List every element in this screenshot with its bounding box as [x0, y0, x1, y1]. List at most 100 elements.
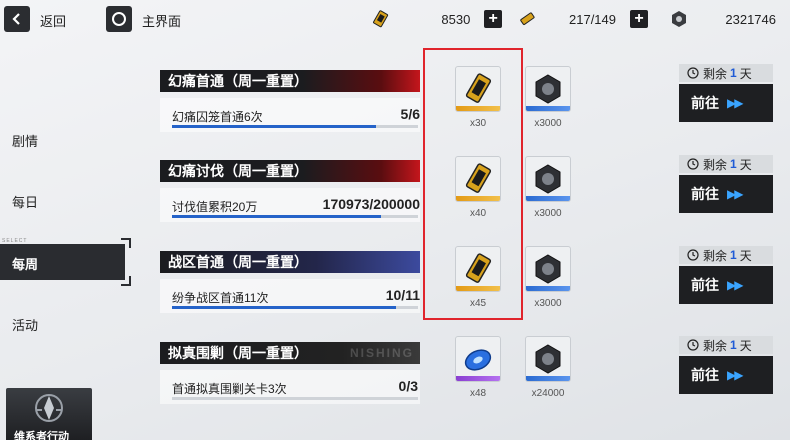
task-card: 纷争战区首通11次 10/11	[160, 279, 420, 313]
task-progress-text: 0/3	[398, 378, 418, 394]
reward-item[interactable]: x3000	[525, 66, 577, 129]
home-label[interactable]: 主界面	[142, 11, 181, 30]
double-arrow-icon: ▶▶	[727, 368, 744, 382]
reward-item[interactable]: x48	[455, 336, 507, 399]
task-title: 幻痛讨伐（周一重置）	[168, 163, 308, 179]
remain-unit: 天	[739, 338, 752, 353]
progress-bar-fill	[172, 215, 382, 218]
progress-bar	[172, 125, 418, 128]
task-card: 讨伐值累积20万 170973/200000	[160, 188, 420, 222]
task-title-bar: 幻痛讨伐（周一重置）	[160, 160, 420, 182]
maintainer-action-badge[interactable]: 维系者行动	[6, 388, 92, 440]
chevron-left-icon	[12, 13, 20, 25]
remain-unit: 天	[739, 66, 752, 81]
task-card: 首通拟真围剿关卡3次 0/3	[160, 370, 420, 404]
remain-number: 1	[730, 248, 737, 262]
sidebar-item-event[interactable]: 活动	[0, 305, 135, 341]
sidebar-item-story[interactable]: 剧情	[0, 121, 135, 157]
reward-count: x24000	[531, 388, 565, 399]
emblem-icon	[35, 394, 63, 422]
blue-disc-icon	[455, 336, 501, 382]
time-remaining: 剩余 1 天	[679, 246, 773, 264]
clock-icon	[687, 158, 699, 170]
clock-icon	[687, 67, 699, 79]
remain-unit: 天	[739, 248, 752, 263]
task-description: 讨伐值累积20万	[172, 200, 258, 214]
sidebar-item-daily[interactable]: 每日	[0, 182, 135, 218]
sidebar-item-label: 每日	[12, 195, 39, 210]
time-remaining: 剩余 1 天	[679, 155, 773, 173]
back-button[interactable]	[4, 6, 30, 32]
task-card: 幻痛囚笼首通6次 5/6	[160, 98, 420, 132]
remain-number: 1	[730, 338, 737, 352]
gold-ticket-icon	[370, 8, 392, 30]
reward-count: x48	[469, 388, 487, 399]
remain-number: 1	[730, 157, 737, 171]
hex-nut-icon	[525, 156, 571, 202]
go-button[interactable]: 前往 ▶▶	[679, 266, 773, 304]
go-button[interactable]: 前往 ▶▶	[679, 175, 773, 213]
task-title: 幻痛首通（周一重置）	[168, 73, 308, 89]
task-progress-text: 5/6	[400, 106, 420, 122]
selection-corner	[121, 238, 131, 248]
stamina-ticket-icon	[516, 8, 538, 30]
add-gold-ticket-button[interactable]: +	[484, 10, 503, 28]
maintainer-action-label: 维系者行动	[14, 431, 69, 440]
sidebar-item-label: 每周	[12, 257, 39, 272]
progress-bar	[172, 306, 418, 309]
hex-nut-currency-icon	[668, 8, 690, 30]
sidebar-item-weekly[interactable]: 每周	[0, 238, 131, 286]
home-circle-icon	[112, 12, 126, 26]
remain-unit: 天	[739, 157, 752, 172]
sidebar-item-label: 活动	[12, 318, 39, 333]
resource-value: 217/149	[569, 11, 616, 27]
highlight-annotation-box	[423, 48, 523, 320]
remain-prefix: 剩余	[703, 248, 728, 263]
go-button[interactable]: 前往 ▶▶	[679, 84, 773, 122]
clock-icon	[687, 339, 699, 351]
task-title-bar: 拟真围剿（周一重置） NISHING	[160, 342, 420, 364]
task-title-bar: 幻痛首通（周一重置）	[160, 70, 420, 92]
reward-count: x3000	[534, 118, 562, 129]
go-button[interactable]: 前往 ▶▶	[679, 356, 773, 394]
go-button-label: 前往	[691, 367, 719, 383]
double-arrow-icon: ▶▶	[727, 187, 744, 201]
go-button-label: 前往	[691, 186, 719, 202]
clock-icon	[687, 249, 699, 261]
progress-bar-fill	[172, 125, 377, 128]
add-stamina-button[interactable]: +	[630, 10, 648, 28]
reward-item[interactable]: x24000	[525, 336, 577, 399]
hex-nut-icon	[525, 66, 571, 112]
go-button-label: 前往	[691, 95, 719, 111]
task-title-bar: 战区首通（周一重置）	[160, 251, 420, 273]
task-description: 幻痛囚笼首通6次	[172, 110, 263, 124]
top-bar: 返回 主界面 8530 + 217/149 + 2321746	[0, 0, 790, 36]
task-description: 首通拟真围剿关卡3次	[172, 382, 287, 396]
progress-bar-fill	[172, 306, 396, 309]
progress-bar	[172, 397, 418, 400]
task-progress-text: 170973/200000	[322, 196, 420, 212]
selection-corner	[121, 276, 131, 286]
reward-item[interactable]: x3000	[525, 246, 577, 309]
hex-nut-icon	[525, 246, 571, 292]
remain-prefix: 剩余	[703, 338, 728, 353]
task-description: 纷争战区首通11次	[172, 291, 269, 305]
resource-hex-nut: 2321746	[668, 8, 780, 30]
double-arrow-icon: ▶▶	[727, 278, 744, 292]
reward-item[interactable]: x3000	[525, 156, 577, 219]
task-progress-text: 10/11	[385, 287, 420, 303]
hex-nut-icon	[525, 336, 571, 382]
reward-count: x3000	[534, 298, 562, 309]
back-label[interactable]: 返回	[40, 11, 66, 30]
remain-number: 1	[730, 66, 737, 80]
sidebar-item-label: 剧情	[12, 134, 39, 149]
task-title-watermark: NISHING	[349, 346, 414, 360]
task-title: 拟真围剿（周一重置）	[168, 345, 308, 361]
task-title: 战区首通（周一重置）	[168, 254, 308, 270]
resource-value: 8530	[441, 11, 471, 27]
reward-count: x3000	[534, 208, 562, 219]
resource-stamina: 217/149 +	[516, 8, 652, 30]
resource-gold-ticket: 8530 +	[370, 8, 503, 30]
home-button[interactable]	[106, 6, 132, 32]
remain-prefix: 剩余	[703, 157, 728, 172]
